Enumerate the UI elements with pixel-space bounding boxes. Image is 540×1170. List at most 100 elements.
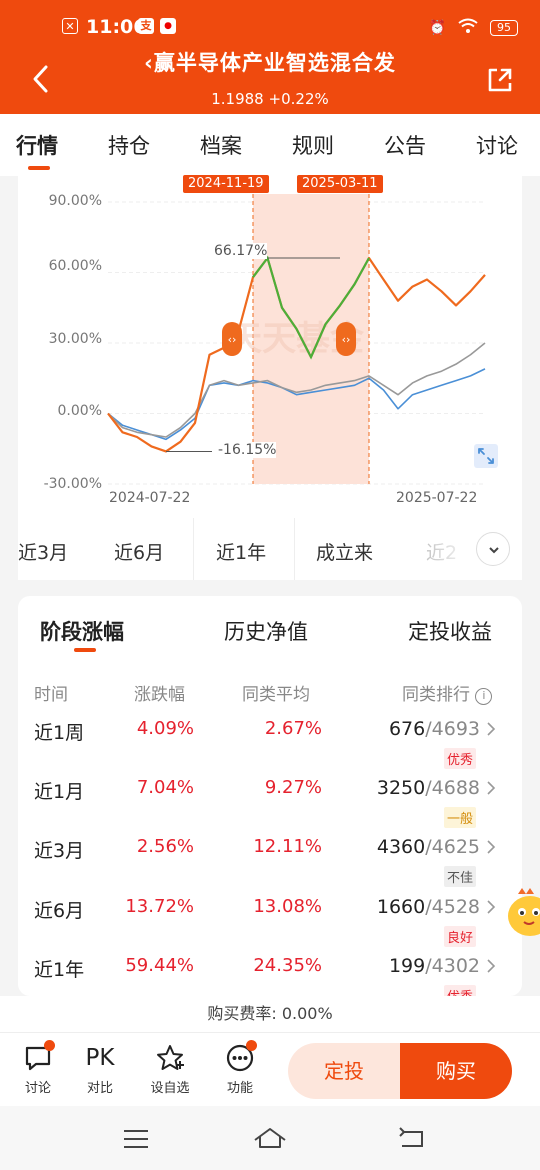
x-tick-start: 2024-07-22 <box>109 490 191 506</box>
row-rank-value: 199 <box>388 955 426 977</box>
row-rank-value: 3250 <box>376 777 426 799</box>
fullscreen-icon[interactable] <box>474 444 498 468</box>
range-more-button[interactable] <box>476 532 510 566</box>
notification-dot <box>246 1040 257 1051</box>
range-1y[interactable]: 近1年 <box>216 538 266 565</box>
row-change: 13.72% <box>125 896 194 917</box>
sip-invest-button[interactable]: 定投 <box>288 1043 400 1099</box>
drag-handle-left[interactable]: ‹› <box>222 322 242 356</box>
discuss-label: 讨论 <box>24 1081 51 1096</box>
notification-dot <box>44 1040 55 1051</box>
drag-handle-right[interactable]: ‹› <box>336 322 356 356</box>
range-since-inception[interactable]: 成立来 <box>316 538 373 565</box>
chevron-down-icon <box>489 547 499 554</box>
row-rank: 1660/4528 <box>318 896 480 918</box>
row-time: 近1年 <box>34 959 85 981</box>
min-label: -16.15% <box>218 442 277 458</box>
col-avg: 同类平均 <box>242 685 310 705</box>
func-label: 功能 <box>226 1081 253 1096</box>
table-row[interactable]: 近1月 7.04% 9.27% 3250/4688 一般 <box>18 777 522 837</box>
y-tick-label: 0.00% <box>57 403 102 419</box>
row-avg: 24.35% <box>253 955 322 976</box>
chevron-right-icon <box>487 959 496 973</box>
mascot-icon[interactable] <box>504 886 540 940</box>
chevron-right-icon <box>487 722 496 736</box>
row-rank: 3250/4688 <box>318 777 480 799</box>
chevron-right-icon <box>487 900 496 914</box>
perf-tab-indicator <box>74 648 96 652</box>
tab-history-nav[interactable]: 历史净值 <box>224 616 308 646</box>
x-tick-end: 2025-07-22 <box>396 490 478 506</box>
row-rank: 4360/4625 <box>318 836 480 858</box>
compare-label: 对比 <box>86 1081 113 1096</box>
tab-sip-return[interactable]: 定投收益 <box>408 616 492 646</box>
watch-label: 设自选 <box>150 1081 190 1096</box>
row-time: 近3月 <box>34 840 85 862</box>
add-watchlist-button[interactable]: 设自选 <box>145 1043 195 1096</box>
row-change: 4.09% <box>136 718 194 739</box>
svg-text:‹›: ‹› <box>342 333 351 346</box>
row-rank-total: /4528 <box>425 896 480 918</box>
info-icon[interactable]: i <box>475 688 493 705</box>
row-change: 59.44% <box>125 955 194 976</box>
rank-badge: 优秀 <box>444 985 477 996</box>
row-rank-value: 676 <box>388 718 426 740</box>
row-time: 近1周 <box>34 722 85 744</box>
tab-period-return[interactable]: 阶段涨幅 <box>40 616 124 646</box>
functions-button[interactable]: 功能 <box>215 1040 265 1096</box>
table-row[interactable]: 近1年 59.44% 24.35% 199/4302 优秀 <box>18 955 522 996</box>
y-tick-label: 90.00% <box>48 193 102 209</box>
row-rank: 676/4693 <box>318 718 480 740</box>
range-selector: 近3月 近6月 近1年 成立来 近2 <box>18 518 522 580</box>
svg-text:‹›: ‹› <box>228 333 237 346</box>
rank-badge: 不佳 <box>444 866 477 887</box>
range-6m[interactable]: 近6月 <box>114 538 164 565</box>
menu-icon[interactable] <box>122 1128 150 1150</box>
row-rank-total: /4302 <box>425 955 480 977</box>
row-rank-total: /4625 <box>425 836 480 858</box>
discuss-button[interactable]: 讨论 <box>13 1040 63 1096</box>
row-change: 7.04% <box>136 777 194 798</box>
bottom-action-bar: 讨论 PK 对比 设自选 功能 定投 购买 <box>0 1032 540 1106</box>
y-tick-label: 30.00% <box>48 331 102 347</box>
compare-button[interactable]: PK 对比 <box>75 1043 125 1096</box>
star-add-icon <box>157 1045 184 1070</box>
system-nav-bar <box>0 1106 540 1170</box>
rank-badge: 一般 <box>444 807 477 828</box>
back-nav-icon[interactable] <box>396 1126 426 1150</box>
chevron-right-icon <box>487 840 496 854</box>
col-change: 涨跌幅 <box>134 685 185 705</box>
rank-badge: 良好 <box>444 926 477 947</box>
max-label: 66.17% <box>214 243 268 259</box>
table-row[interactable]: 近3月 2.56% 12.11% 4360/4625 不佳 <box>18 836 522 896</box>
performance-card: 阶段涨幅 历史净值 定投收益 时间 涨跌幅 同类平均 同类排行 i 近1周 4.… <box>18 596 522 996</box>
col-rank-label: 同类排行 <box>402 685 470 705</box>
table-row[interactable]: 近6月 13.72% 13.08% 1660/4528 良好 <box>18 896 522 956</box>
purchase-fee: 购买费率: 0.00% <box>0 996 540 1032</box>
row-rank-total: /4688 <box>425 777 480 799</box>
marker-date-right: 2025-03-11 <box>297 175 383 193</box>
pk-icon: PK <box>85 1045 115 1071</box>
y-tick-label: 60.00% <box>48 258 102 274</box>
marker-date-left: 2024-11-19 <box>183 175 269 193</box>
table-row[interactable]: 近1周 4.09% 2.67% 676/4693 优秀 <box>18 718 522 778</box>
row-rank-value: 4360 <box>376 836 426 858</box>
rank-badge: 优秀 <box>444 748 477 769</box>
range-3m[interactable]: 近3月 <box>18 538 68 565</box>
row-rank: 199/4302 <box>318 955 480 977</box>
row-avg: 13.08% <box>253 896 322 917</box>
row-rank-value: 1660 <box>376 896 426 918</box>
row-avg: 2.67% <box>264 718 322 739</box>
y-tick-label: -30.00% <box>43 476 102 492</box>
home-icon[interactable] <box>252 1126 288 1150</box>
row-avg: 9.27% <box>264 777 322 798</box>
buy-button[interactable]: 购买 <box>400 1043 512 1099</box>
row-time: 近1月 <box>34 781 85 803</box>
col-rank: 同类排行 i <box>402 680 493 705</box>
chevron-right-icon <box>487 781 496 795</box>
row-avg: 12.11% <box>253 836 322 857</box>
row-change: 2.56% <box>136 836 194 857</box>
row-rank-total: /4693 <box>425 718 480 740</box>
row-time: 近6月 <box>34 900 85 922</box>
col-time: 时间 <box>34 685 68 705</box>
